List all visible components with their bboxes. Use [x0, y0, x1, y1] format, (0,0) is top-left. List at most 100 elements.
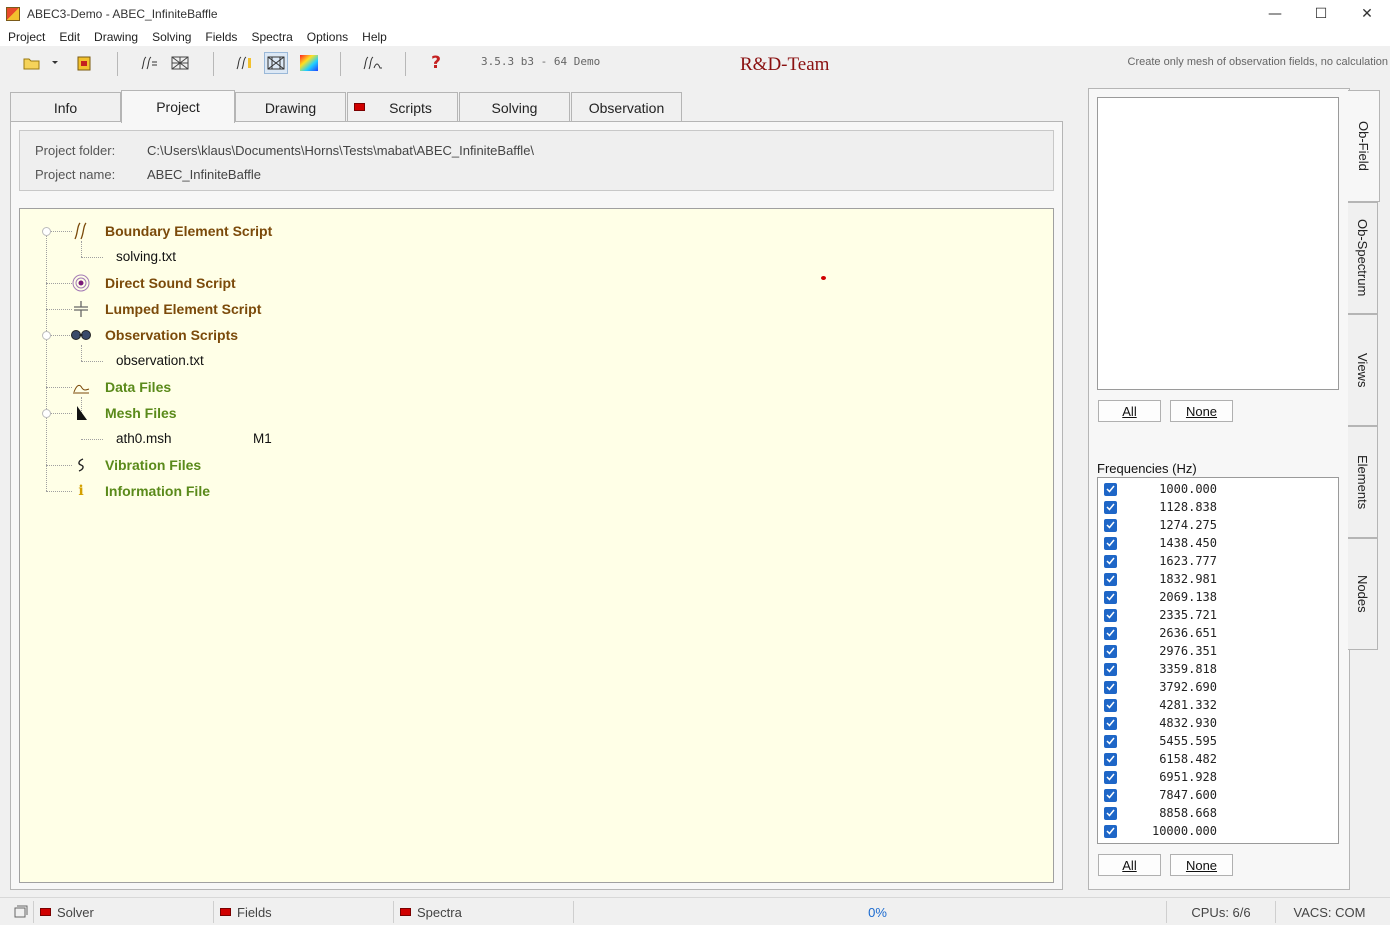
dropdown-arrow-icon[interactable]	[48, 52, 62, 74]
frequency-checkbox[interactable]	[1104, 500, 1117, 514]
frequency-checkbox[interactable]	[1104, 752, 1117, 766]
menu-options[interactable]: Options	[302, 30, 353, 44]
frequency-row[interactable]: 10000.000	[1104, 822, 1217, 840]
spectra-status-label: Spectra	[417, 904, 462, 920]
project-folder-value: C:\Users\klaus\Documents\Horns\Tests\mab…	[147, 143, 535, 158]
tree-node-observation[interactable]: Observation Scripts	[105, 325, 238, 345]
bem-expander[interactable]	[42, 227, 51, 236]
frequency-checkbox[interactable]	[1104, 770, 1117, 784]
frequency-row[interactable]: 2335.721	[1104, 606, 1217, 624]
mesh-grid-icon[interactable]	[168, 52, 192, 74]
tree-leaf-observation[interactable]: observation.txt	[116, 353, 204, 368]
frequency-row[interactable]: 7847.600	[1104, 786, 1217, 804]
spectra-icon[interactable]	[360, 52, 384, 74]
frequency-checkbox[interactable]	[1104, 554, 1117, 568]
window-controls: — ☐ ✕	[1252, 0, 1390, 28]
frequency-row[interactable]: 4832.930	[1104, 714, 1217, 732]
frequency-row[interactable]: 4281.332	[1104, 696, 1217, 714]
mesh-expander[interactable]	[42, 409, 51, 418]
tree-node-lumped[interactable]: Lumped Element Script	[105, 299, 261, 319]
frequency-row[interactable]: 6158.482	[1104, 750, 1217, 768]
bem-script-icon[interactable]	[136, 52, 160, 74]
frequency-row[interactable]: 2976.351	[1104, 642, 1217, 660]
frequency-checkbox[interactable]	[1104, 590, 1117, 604]
frequency-checkbox[interactable]	[1104, 788, 1117, 802]
frequency-checkbox[interactable]	[1104, 644, 1117, 658]
frequency-list[interactable]: 1000.000 1128.838 1274.275 1438.450 1623.777…	[1097, 477, 1339, 844]
help-icon[interactable]: ?	[424, 52, 448, 74]
tree-leaf-solving[interactable]: solving.txt	[116, 249, 176, 264]
frequency-checkbox[interactable]	[1104, 626, 1117, 640]
frequency-row[interactable]: 3359.818	[1104, 660, 1217, 678]
tab-scripts[interactable]: Scripts	[347, 92, 458, 122]
frequency-row[interactable]: 1438.450	[1104, 534, 1217, 552]
tab-project[interactable]: Project	[121, 90, 235, 123]
frequency-checkbox[interactable]	[1104, 662, 1117, 676]
solve-icon[interactable]	[231, 52, 255, 74]
tree-node-information[interactable]: Information File	[105, 481, 210, 501]
tree-node-vibration[interactable]: Vibration Files	[105, 455, 201, 475]
frequency-row[interactable]: 3792.690	[1104, 678, 1217, 696]
frequency-row[interactable]: 5455.595	[1104, 732, 1217, 750]
frequency-row[interactable]: 1128.838	[1104, 498, 1217, 516]
observation-expander[interactable]	[42, 331, 51, 340]
select-none-fields-button[interactable]: None	[1170, 400, 1233, 422]
frequency-row[interactable]: 1623.777	[1104, 552, 1217, 570]
tree-node-mesh-files[interactable]: Mesh Files	[105, 403, 177, 423]
side-tab-ob-spectrum[interactable]: Ob-Spectrum	[1348, 202, 1378, 314]
close-button[interactable]: ✕	[1344, 0, 1390, 28]
frequencies-title: Frequencies (Hz)	[1097, 461, 1197, 476]
tree-node-data-files[interactable]: Data Files	[105, 377, 171, 397]
menu-drawing[interactable]: Drawing	[89, 30, 143, 44]
frequency-row[interactable]: 6951.928	[1104, 768, 1217, 786]
observation-field-list[interactable]	[1097, 97, 1339, 390]
frequency-row[interactable]: 2636.651	[1104, 624, 1217, 642]
frequency-row[interactable]: 1274.275	[1104, 516, 1217, 534]
frequency-row[interactable]: 1000.000	[1104, 480, 1217, 498]
menu-help[interactable]: Help	[357, 30, 392, 44]
tree-leaf-mesh[interactable]: ath0.msh	[116, 431, 172, 446]
menu-project[interactable]: Project	[3, 30, 50, 44]
menu-spectra[interactable]: Spectra	[246, 30, 297, 44]
save-project-icon[interactable]	[72, 52, 96, 74]
field-colormap-icon[interactable]	[297, 52, 321, 74]
menu-fields[interactable]: Fields	[200, 30, 242, 44]
tab-info[interactable]: Info	[10, 92, 121, 122]
frequency-row[interactable]: 8858.668	[1104, 804, 1217, 822]
frequency-checkbox[interactable]	[1104, 716, 1117, 730]
select-none-freq-button[interactable]: None	[1170, 854, 1233, 876]
menu-solving[interactable]: Solving	[147, 30, 196, 44]
side-tab-views[interactable]: Views	[1348, 314, 1378, 426]
frequency-checkbox[interactable]	[1104, 482, 1117, 496]
frequency-row[interactable]: 1832.981	[1104, 570, 1217, 588]
cpus-status: CPUs: 6/6	[1166, 901, 1276, 923]
frequency-checkbox[interactable]	[1104, 806, 1117, 820]
menu-edit[interactable]: Edit	[54, 30, 85, 44]
frequency-checkbox[interactable]	[1104, 572, 1117, 586]
minimize-button[interactable]: —	[1252, 0, 1298, 28]
tree-node-bem[interactable]: Boundary Element Script	[105, 221, 272, 241]
select-all-fields-button[interactable]: All	[1098, 400, 1161, 422]
frequency-checkbox[interactable]	[1104, 680, 1117, 694]
tree-node-direct-sound[interactable]: Direct Sound Script	[105, 273, 236, 293]
select-none-fields-label: None	[1185, 403, 1218, 419]
frequency-checkbox[interactable]	[1104, 734, 1117, 748]
tab-drawing[interactable]: Drawing	[235, 92, 346, 122]
side-tab-elements[interactable]: Elements	[1348, 426, 1378, 538]
frequency-row[interactable]: 2069.138	[1104, 588, 1217, 606]
frequency-checkbox[interactable]	[1104, 608, 1117, 622]
select-all-freq-button[interactable]: All	[1098, 854, 1161, 876]
frequency-checkbox[interactable]	[1104, 698, 1117, 712]
tab-solving[interactable]: Solving	[459, 92, 570, 122]
frequency-checkbox[interactable]	[1104, 824, 1117, 838]
project-tree[interactable]: Boundary Element Script solving.txt Dire…	[19, 208, 1054, 883]
frequency-checkbox[interactable]	[1104, 536, 1117, 550]
side-tab-ob-field[interactable]: Ob-Field	[1348, 90, 1380, 202]
open-folder-icon[interactable]	[20, 52, 44, 74]
observation-mesh-icon[interactable]	[264, 52, 288, 74]
tab-observation[interactable]: Observation	[571, 92, 682, 122]
side-tab-nodes[interactable]: Nodes	[1348, 538, 1378, 650]
maximize-button[interactable]: ☐	[1298, 0, 1344, 28]
frequency-checkbox[interactable]	[1104, 518, 1117, 532]
vacs-status: VACS: COM	[1277, 901, 1382, 923]
